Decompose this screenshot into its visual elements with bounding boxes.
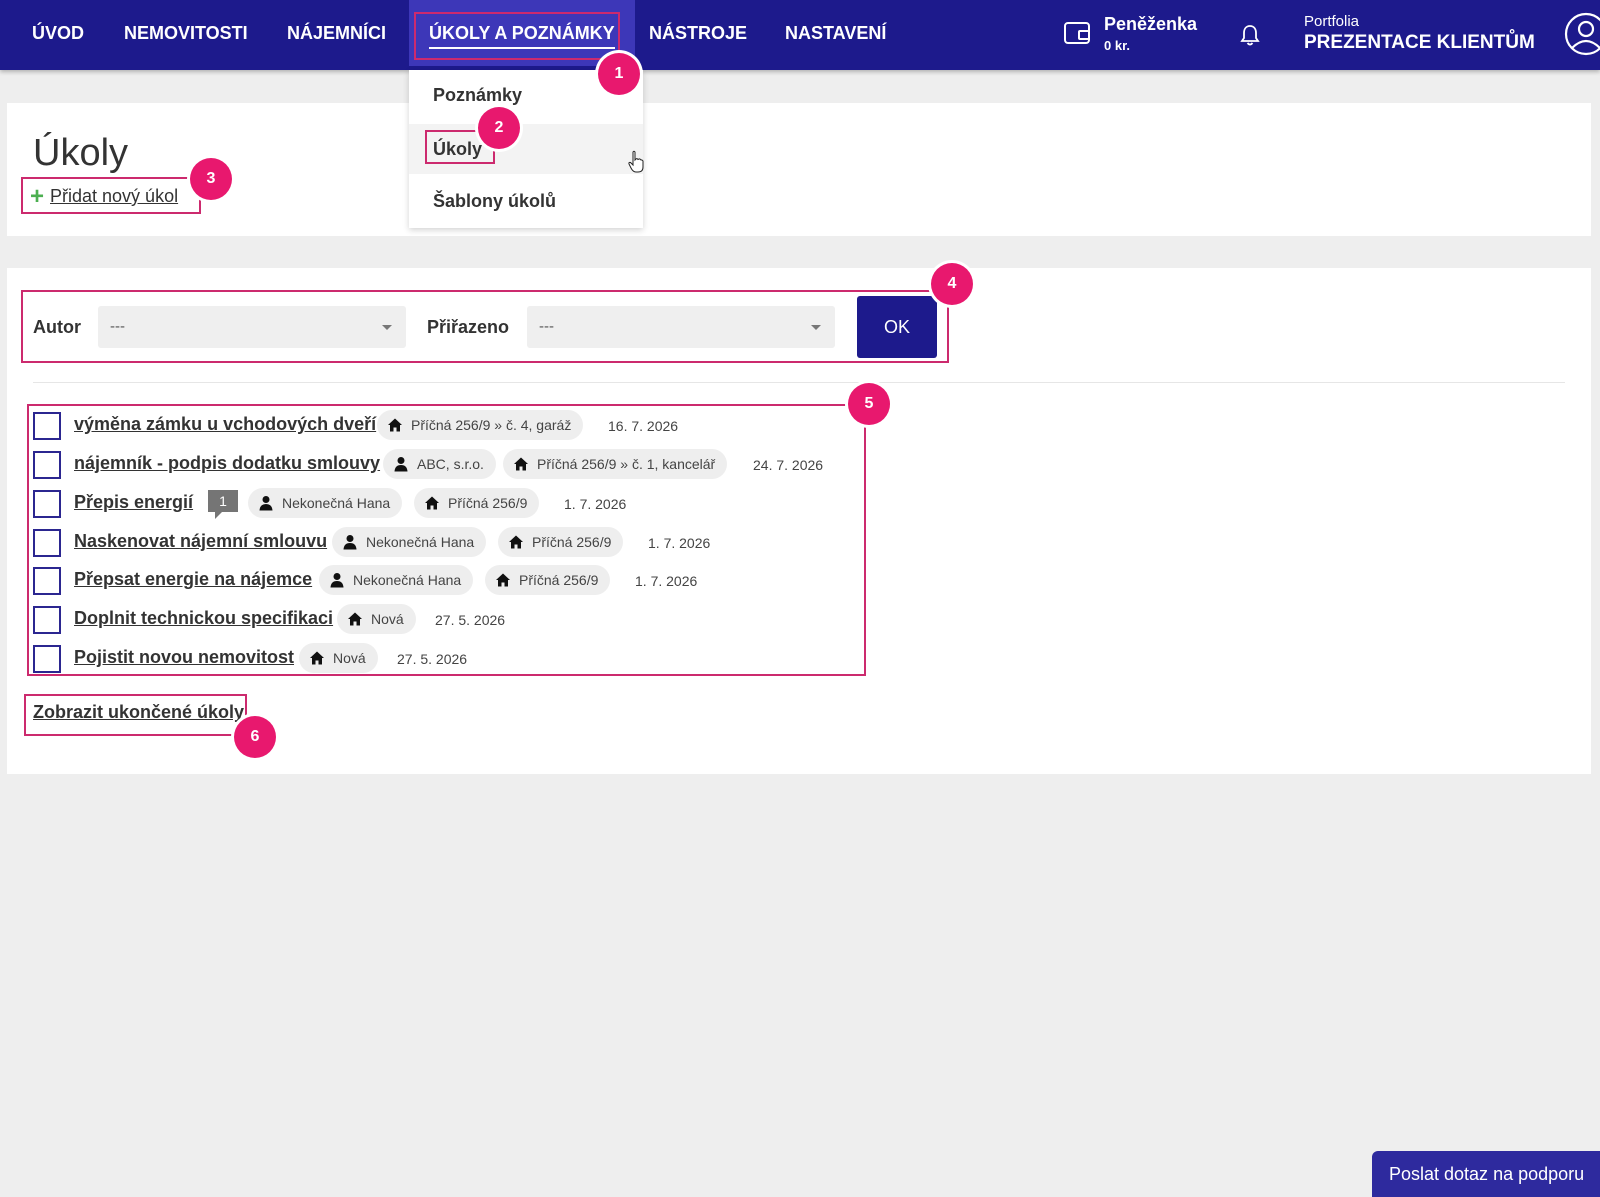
highlight-nav-tab [414,12,620,60]
nav-item-nastroje[interactable]: NÁSTROJE [649,0,747,66]
user-icon[interactable] [1564,12,1600,56]
portfolio-label: Portfolia [1304,13,1360,30]
highlight-filter [21,290,949,363]
annotation-badge: 5 [848,383,890,425]
wallet-title: Peněženka [1104,14,1198,34]
annotation-badge: 6 [234,716,276,758]
wallet-icon [1064,22,1090,44]
highlight-add-task [21,177,201,214]
nav-item-nastaveni[interactable]: NASTAVENÍ [785,0,886,66]
divider [33,382,1565,383]
hand-cursor-icon [628,150,644,173]
annotation-badge: 3 [190,158,232,200]
annotation-badge: 2 [478,107,520,149]
nav-item-najemnici[interactable]: NÁJEMNÍCI [287,0,386,66]
dropdown-item-sablony[interactable]: Šablony úkolů [409,176,643,226]
bell-icon[interactable] [1240,24,1260,46]
highlight-task-list [27,404,866,676]
nav-item-uvod[interactable]: ÚVOD [32,0,84,66]
support-button[interactable]: Poslat dotaz na podporu [1372,1151,1600,1197]
annotation-badge: 4 [931,263,973,305]
portfolio-name[interactable]: PREZENTACE KLIENTŮM [1304,32,1535,54]
wallet-amount: 0 kr. [1104,38,1131,53]
header-card [7,103,1591,236]
nav-item-nemovitosti[interactable]: NEMOVITOSTI [124,0,248,66]
top-nav: ÚVOD NEMOVITOSTI NÁJEMNÍCI ÚKOLY A POZNÁ… [0,0,1600,70]
highlight-show-done [24,694,247,736]
page-title: Úkoly [33,132,129,174]
annotation-badge: 1 [598,53,640,95]
